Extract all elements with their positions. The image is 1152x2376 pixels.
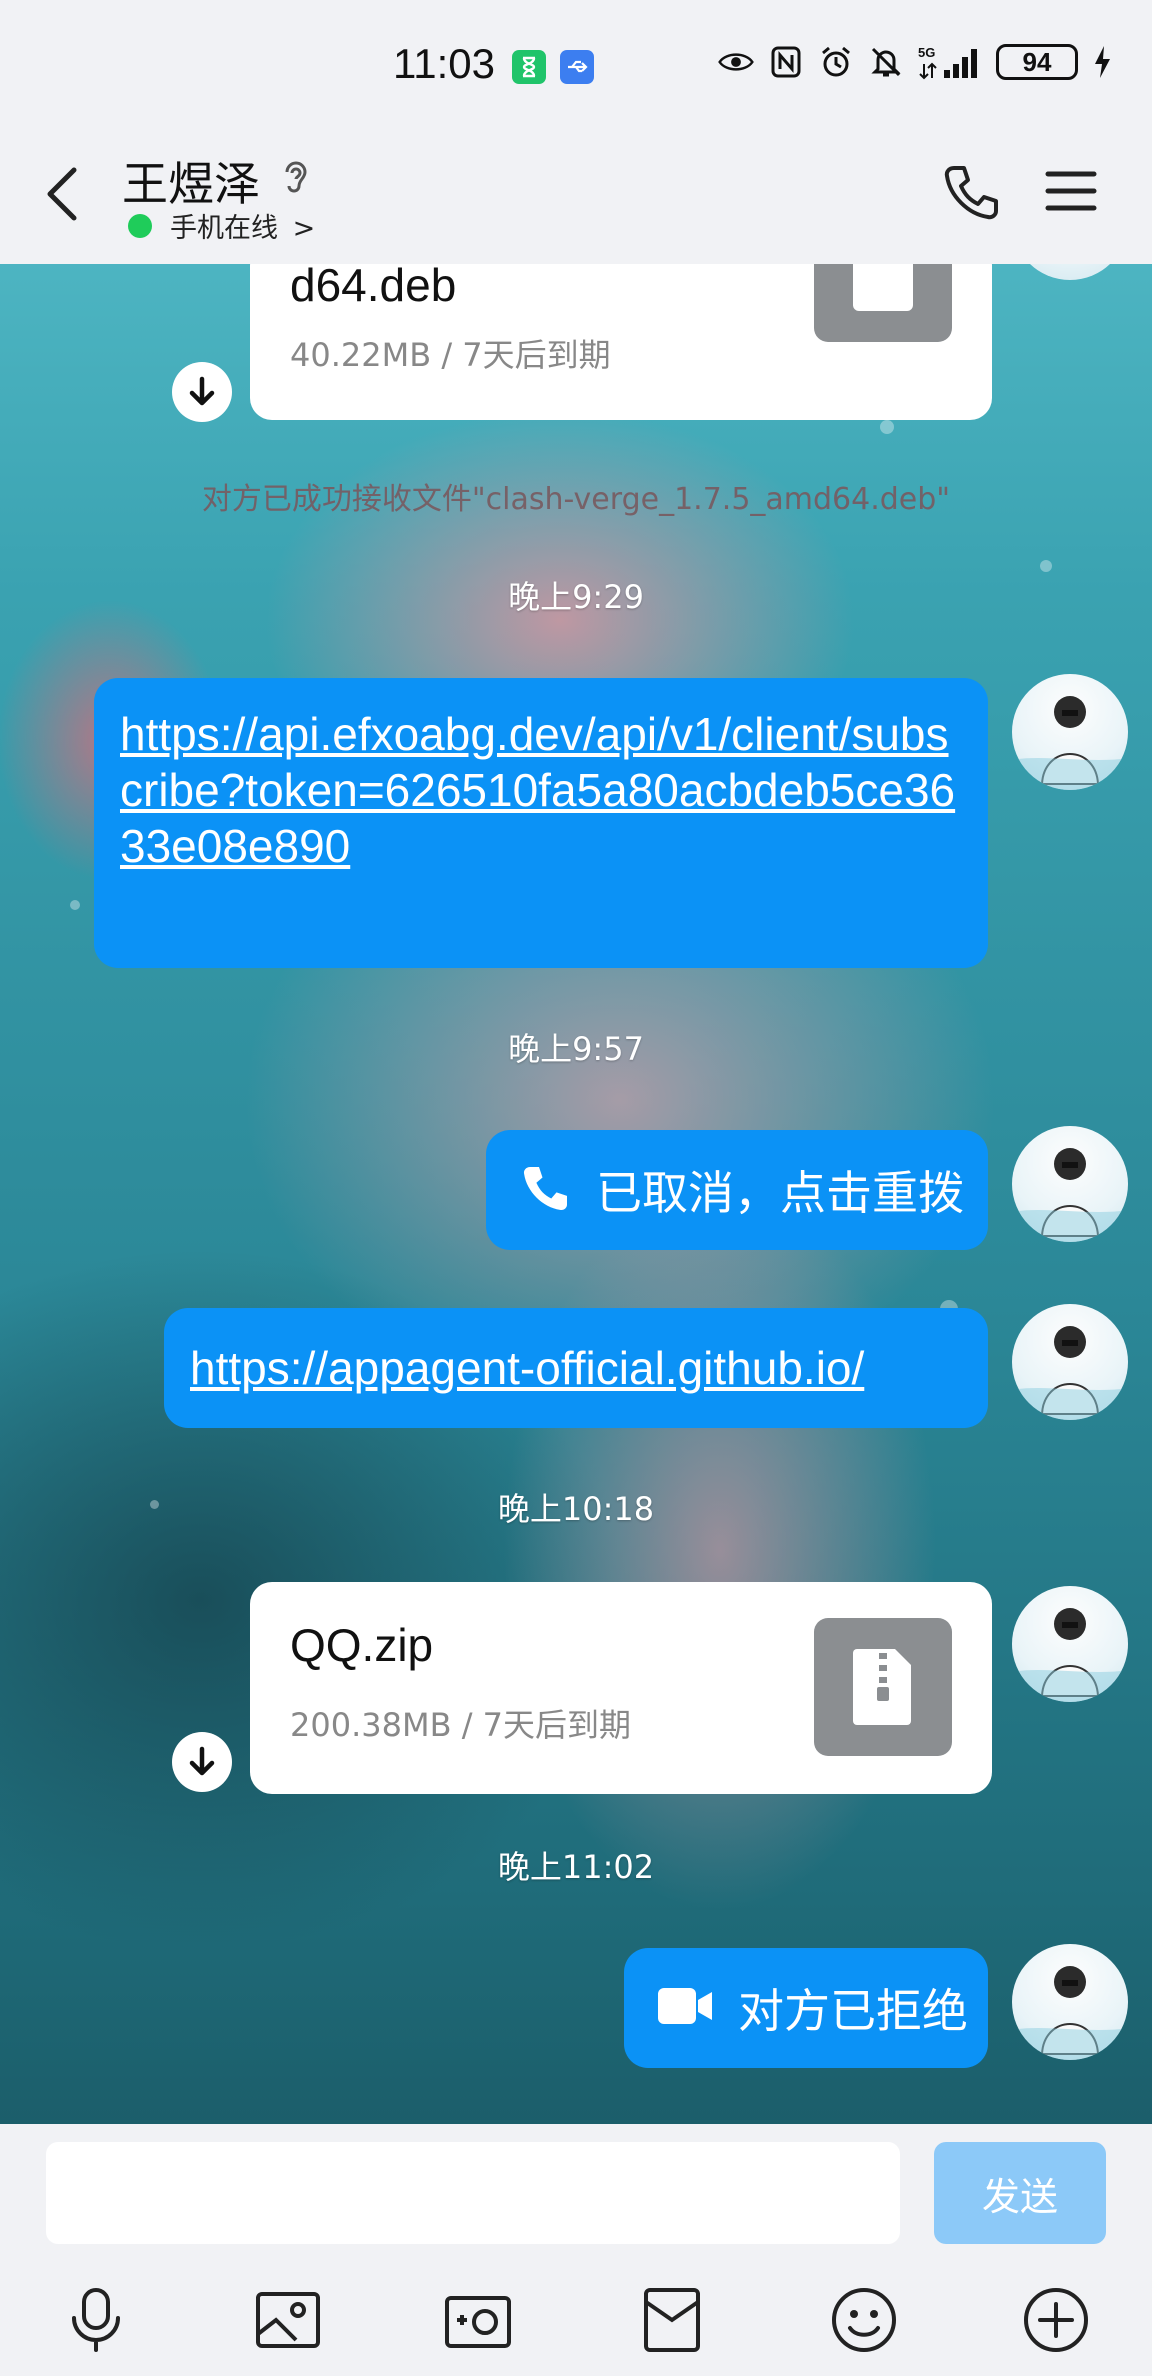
file-thumbnail xyxy=(814,264,952,342)
timestamp: 晚上9:57 xyxy=(508,1030,644,1068)
zip-file-icon xyxy=(814,1618,952,1756)
link-text[interactable]: https://api.efxoabg.dev/api/v1/client/su… xyxy=(120,706,962,874)
phone-icon xyxy=(518,1160,574,1220)
online-indicator xyxy=(128,214,152,238)
nfc-icon xyxy=(768,44,804,80)
contact-name[interactable]: 王煜泽 xyxy=(122,148,260,214)
red-packet-icon[interactable] xyxy=(636,2284,708,2356)
video-call-message[interactable]: 对方已拒绝 xyxy=(624,1948,988,2068)
file-meta: 40.22MB / 7天后到期 xyxy=(290,336,611,374)
file-name: d64.deb xyxy=(290,264,457,311)
ear-icon xyxy=(278,156,314,200)
timestamp: 晚上9:29 xyxy=(508,578,644,616)
chat-header: 王煜泽 手机在线 > xyxy=(0,130,1152,264)
video-camera-icon xyxy=(656,1982,716,2034)
file-message[interactable]: QQ.zip 200.38MB / 7天后到期 xyxy=(250,1582,992,1794)
svg-text:5G: 5G xyxy=(918,45,935,60)
link-message[interactable]: https://api.efxoabg.dev/api/v1/client/su… xyxy=(94,678,988,968)
alarm-icon xyxy=(818,44,854,80)
back-arrow-icon[interactable] xyxy=(36,158,92,228)
charging-icon xyxy=(1092,44,1112,80)
avatar[interactable] xyxy=(1012,1304,1128,1420)
status-time: 11:03 xyxy=(393,40,495,87)
file-name: QQ.zip xyxy=(290,1619,434,1671)
image-icon[interactable] xyxy=(252,2284,324,2356)
avatar[interactable] xyxy=(1012,1586,1128,1702)
status-bar: 11:03 5G 94 xyxy=(0,0,1152,130)
avatar[interactable] xyxy=(1012,1944,1128,2060)
battery-indicator: 94 xyxy=(996,44,1078,80)
avatar[interactable] xyxy=(1012,1126,1128,1242)
camera-icon[interactable] xyxy=(442,2284,514,2356)
call-message[interactable]: 已取消，点击重拨 xyxy=(486,1130,988,1250)
online-status[interactable]: 手机在线 > xyxy=(170,206,315,245)
plus-icon[interactable] xyxy=(1020,2284,1092,2356)
download-icon[interactable] xyxy=(172,362,232,422)
send-button[interactable]: 发送 xyxy=(934,2142,1106,2244)
status-icons: 5G 94 xyxy=(718,44,1112,80)
mute-bell-icon xyxy=(868,44,904,80)
menu-icon[interactable] xyxy=(1044,166,1098,216)
timestamp: 晚上10:18 xyxy=(497,1490,655,1528)
timestamp: 晚上11:02 xyxy=(497,1848,655,1886)
phone-call-icon[interactable] xyxy=(940,160,1004,224)
file-message[interactable]: d64.deb 40.22MB / 7天后到期 xyxy=(250,264,992,420)
online-status-label: 手机在线 xyxy=(170,213,278,244)
call-status: 对方已拒绝 xyxy=(738,1984,968,2038)
microphone-icon[interactable] xyxy=(60,2284,132,2356)
hourglass-icon xyxy=(512,50,546,84)
message-list[interactable]: d64.deb 40.22MB / 7天后到期 对方已成功接收文件"clash-… xyxy=(0,264,1152,2124)
file-meta: 200.38MB / 7天后到期 xyxy=(290,1706,632,1744)
eye-icon xyxy=(718,44,754,80)
avatar[interactable] xyxy=(1012,264,1128,280)
link-message[interactable]: https://appagent-official.github.io/ xyxy=(164,1308,988,1428)
system-notice: 对方已成功接收文件"clash-verge_1.7.5_amd64.deb" xyxy=(201,482,951,517)
message-input[interactable] xyxy=(46,2142,900,2244)
emoji-icon[interactable] xyxy=(828,2284,900,2356)
link-text[interactable]: https://appagent-official.github.io/ xyxy=(190,1340,962,1396)
avatar[interactable] xyxy=(1012,674,1128,790)
input-bar: 发送 xyxy=(0,2124,1152,2376)
usb-icon xyxy=(560,50,594,84)
download-icon[interactable] xyxy=(172,1732,232,1792)
call-status: 已取消，点击重拨 xyxy=(596,1166,964,1220)
chevron-right-icon: > xyxy=(292,213,316,244)
signal-icon: 5G xyxy=(918,44,982,80)
